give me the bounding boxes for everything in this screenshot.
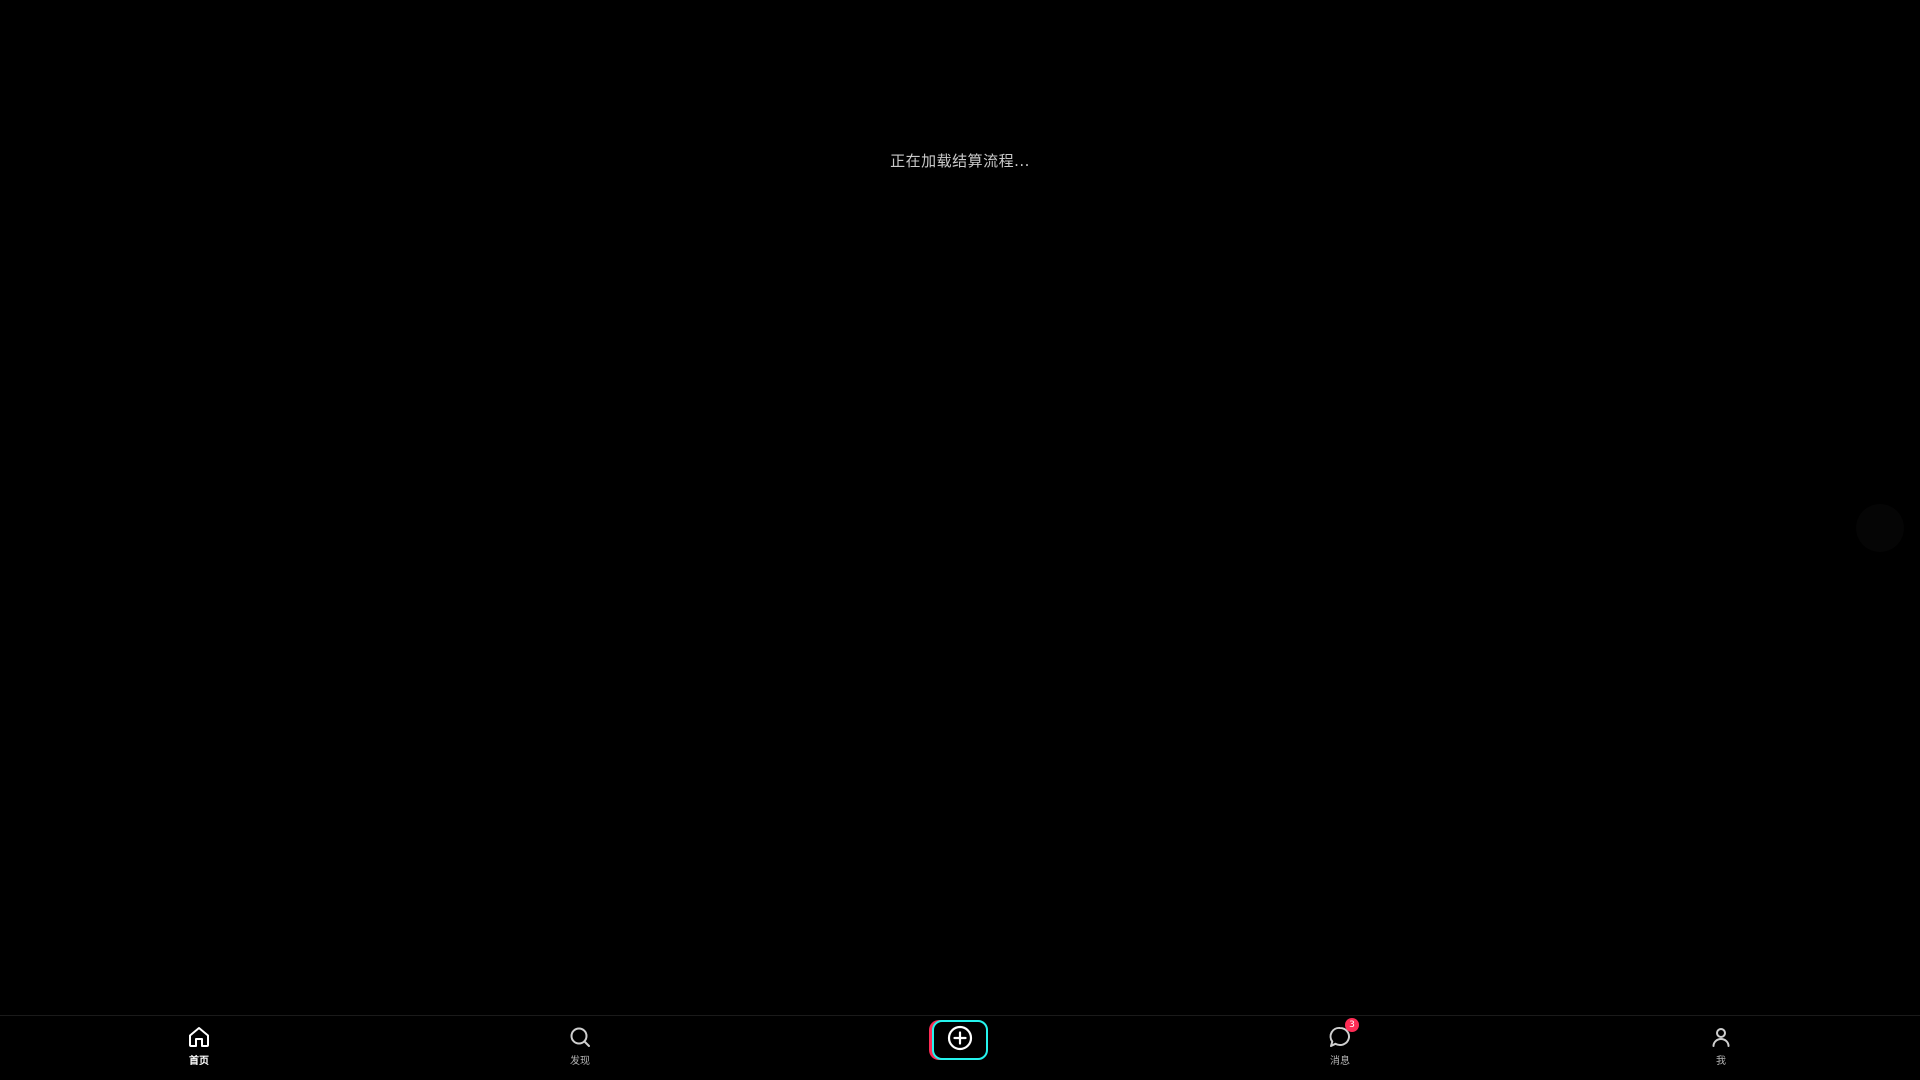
loading-message: 正在加载结算流程...	[890, 152, 1030, 170]
search-icon	[567, 1024, 593, 1050]
side-floating-button[interactable]	[1856, 504, 1904, 552]
tab-discover[interactable]: 发现	[520, 1024, 640, 1067]
bottom-tab-bar: 首页 发现 3 消息 我	[0, 1015, 1920, 1080]
message-count-badge: 3	[1345, 1018, 1359, 1032]
plus-circle-icon	[947, 1025, 973, 1055]
tab-messages-label: 消息	[1330, 1056, 1350, 1067]
tab-home-label: 首页	[189, 1056, 209, 1067]
chat-bubble-icon: 3	[1327, 1018, 1359, 1050]
home-icon	[186, 1024, 212, 1050]
create-button[interactable]	[932, 1020, 988, 1060]
tab-me[interactable]: 我	[1661, 1024, 1781, 1067]
tab-me-label: 我	[1716, 1056, 1726, 1067]
user-icon	[1708, 1024, 1734, 1050]
tab-discover-label: 发现	[570, 1056, 590, 1067]
app-screen: 正在加载结算流程... 首页 发现 3 消息 我	[0, 0, 1920, 1080]
tab-messages[interactable]: 3 消息	[1280, 1018, 1400, 1067]
tab-home[interactable]: 首页	[139, 1024, 259, 1067]
